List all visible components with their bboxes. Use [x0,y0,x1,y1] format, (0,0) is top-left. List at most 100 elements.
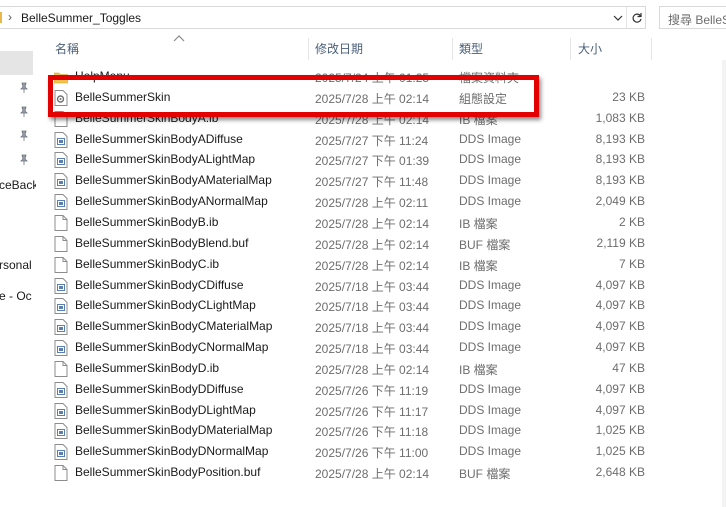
file-row[interactable]: BelleSummerSkinBodyALightMap 2025/7/27 下午… [45,149,726,170]
column-divider[interactable] [452,38,453,60]
file-type: DDS Image [459,298,522,313]
file-date: 2025/7/27 下午 01:39 [315,154,430,169]
file-row[interactable]: BelleSummerSkinBodyADiffuse 2025/7/27 下午 … [45,129,726,150]
image-file-icon [54,381,68,398]
file-type: DDS Image [459,152,522,167]
image-file-icon [54,298,68,315]
file-type: DDS Image [459,444,522,459]
file-date: 2025/7/28 上午 02:14 [315,362,430,377]
file-name: BelleSummerSkinBodyBlend.buf [75,235,249,250]
column-divider[interactable] [651,38,652,60]
column-divider[interactable] [308,38,309,60]
file-date: 2025/7/18 上午 03:44 [315,300,430,315]
file-size: 8,193 KB [595,152,645,167]
file-date: 2025/7/18 上午 03:44 [315,321,430,336]
file-type: DDS Image [459,319,522,334]
image-file-icon [54,152,68,169]
file-size: 1,025 KB [595,444,645,459]
scrollbar[interactable] [722,60,726,507]
file-size: 4,097 KB [595,340,645,355]
file-type: DDS Image [459,340,522,355]
file-name: BelleSummerSkinBodyDNormalMap [75,444,269,459]
nav-item-label[interactable]: rsonal [0,258,32,272]
file-row[interactable]: BelleSummerSkinBodyCDiffuse 2025/7/18 上午 … [45,275,726,296]
image-file-icon [54,319,68,336]
file-name: BelleSummerSkinBodyAMaterialMap [75,173,272,188]
file-size: 8,193 KB [595,173,645,188]
file-date: 2025/7/27 下午 11:24 [315,133,429,148]
pin-icon [20,130,28,141]
file-type: DDS Image [459,173,522,188]
address-path[interactable]: BelleSummer_Toggles [21,11,141,25]
image-file-icon [54,444,68,461]
file-name: BelleSummerSkinBodyC.ib [75,256,220,271]
column-divider[interactable] [570,38,571,60]
file-date: 2025/7/28 上午 02:11 [315,196,429,211]
file-size: 8,193 KB [595,131,645,146]
file-type: DDS Image [459,423,522,438]
file-name: BelleSummerSkinBodyDMaterialMap [75,423,273,438]
column-name[interactable]: 名稱 [55,40,79,57]
file-date: 2025/7/18 上午 03:44 [315,279,430,294]
chevron-right-icon[interactable]: › [8,10,12,24]
address-bar-row: › BelleSummer_Toggles 搜尋 BelleS [0,0,726,38]
file-type: BUF 檔案 [459,467,511,482]
column-header: 名稱 修改日期 類型 大小 [45,35,726,60]
file-row[interactable]: BelleSummerSkinBodyDMaterialMap 2025/7/26… [45,420,726,441]
file-size: 4,097 KB [595,319,645,334]
file-row[interactable]: BelleSummerSkinBodyD.ib 2025/7/28 上午 02:1… [45,358,726,379]
file-row[interactable]: BelleSummerSkinBodyCLightMap 2025/7/18 上午… [45,295,726,316]
folder-icon [0,12,2,23]
file-row[interactable]: BelleSummerSkinBodyCMaterialMap 2025/7/18… [45,316,726,337]
file-row[interactable]: BelleSummerSkinBodyB.ib 2025/7/28 上午 02:1… [45,212,726,233]
file-date: 2025/7/28 上午 02:14 [315,467,430,482]
navigation-pane: ceBack rsonal e - Oc [0,38,36,507]
file-icon [54,360,68,377]
chevron-down-icon[interactable] [610,7,626,28]
file-row[interactable]: BelleSummerSkinBodyPosition.buf 2025/7/28… [45,462,726,483]
image-file-icon [54,340,68,357]
nav-item-label[interactable]: e - Oc [0,289,32,303]
address-bar[interactable]: › BelleSummer_Toggles [0,6,646,29]
file-row[interactable]: BelleSummerSkinBodyAMaterialMap 2025/7/27… [45,170,726,191]
file-name: BelleSummerSkinBodyALightMap [75,152,256,167]
file-icon [54,235,68,252]
file-row[interactable]: BelleSummerSkinBodyCNormalMap 2025/7/18 上… [45,337,726,358]
file-name: BelleSummerSkinBodyCMaterialMap [75,319,273,334]
file-name: BelleSummerSkinBodyANormalMap [75,194,268,209]
file-type: IB 檔案 [459,216,498,231]
column-date[interactable]: 修改日期 [315,40,363,57]
file-size: 4,097 KB [595,381,645,396]
file-row[interactable]: BelleSummerSkinBodyANormalMap 2025/7/28 上… [45,191,726,212]
file-row[interactable]: BelleSummerSkinBodyDDiffuse 2025/7/26 下午 … [45,379,726,400]
file-date: 2025/7/28 上午 02:14 [315,237,430,252]
file-type: DDS Image [459,381,522,396]
file-name: BelleSummerSkinBodyB.ib [75,214,219,229]
column-size[interactable]: 大小 [578,40,602,57]
image-file-icon [54,402,68,419]
sort-ascending-icon [173,35,185,42]
file-date: 2025/7/26 下午 11:19 [315,383,429,398]
file-icon [54,465,68,482]
file-name: BelleSummerSkinBodyD.ib [75,360,220,375]
file-date: 2025/7/27 下午 11:48 [315,175,429,190]
file-row[interactable]: BelleSummerSkinBodyDLightMap 2025/7/26 下午… [45,400,726,421]
file-type: IB 檔案 [459,362,498,377]
refresh-icon[interactable] [626,7,646,28]
column-type[interactable]: 類型 [459,40,483,57]
file-name: BelleSummerSkinBodyCNormalMap [75,340,269,355]
file-row[interactable]: BelleSummerSkinBodyC.ib 2025/7/28 上午 02:1… [45,254,726,275]
file-row[interactable]: BelleSummerSkinBodyDNormalMap 2025/7/26 下… [45,441,726,462]
file-size: 2,049 KB [595,194,645,209]
nav-item-label[interactable]: ceBack [0,178,36,192]
file-size: 4,097 KB [595,277,645,292]
file-size: 2,119 KB [596,235,645,250]
file-list: HelpMenu 2025/7/24 上午 01:25 檔案資料夾 BelleSumm… [45,66,726,496]
pin-icon [20,82,28,93]
nav-item-selected[interactable] [0,51,33,75]
image-file-icon [54,131,68,148]
file-size: 2,648 KB [595,465,645,480]
file-size: 4,097 KB [595,298,645,313]
file-row[interactable]: BelleSummerSkinBodyBlend.buf 2025/7/28 上午… [45,233,726,254]
search-input[interactable]: 搜尋 BelleS [659,6,726,29]
